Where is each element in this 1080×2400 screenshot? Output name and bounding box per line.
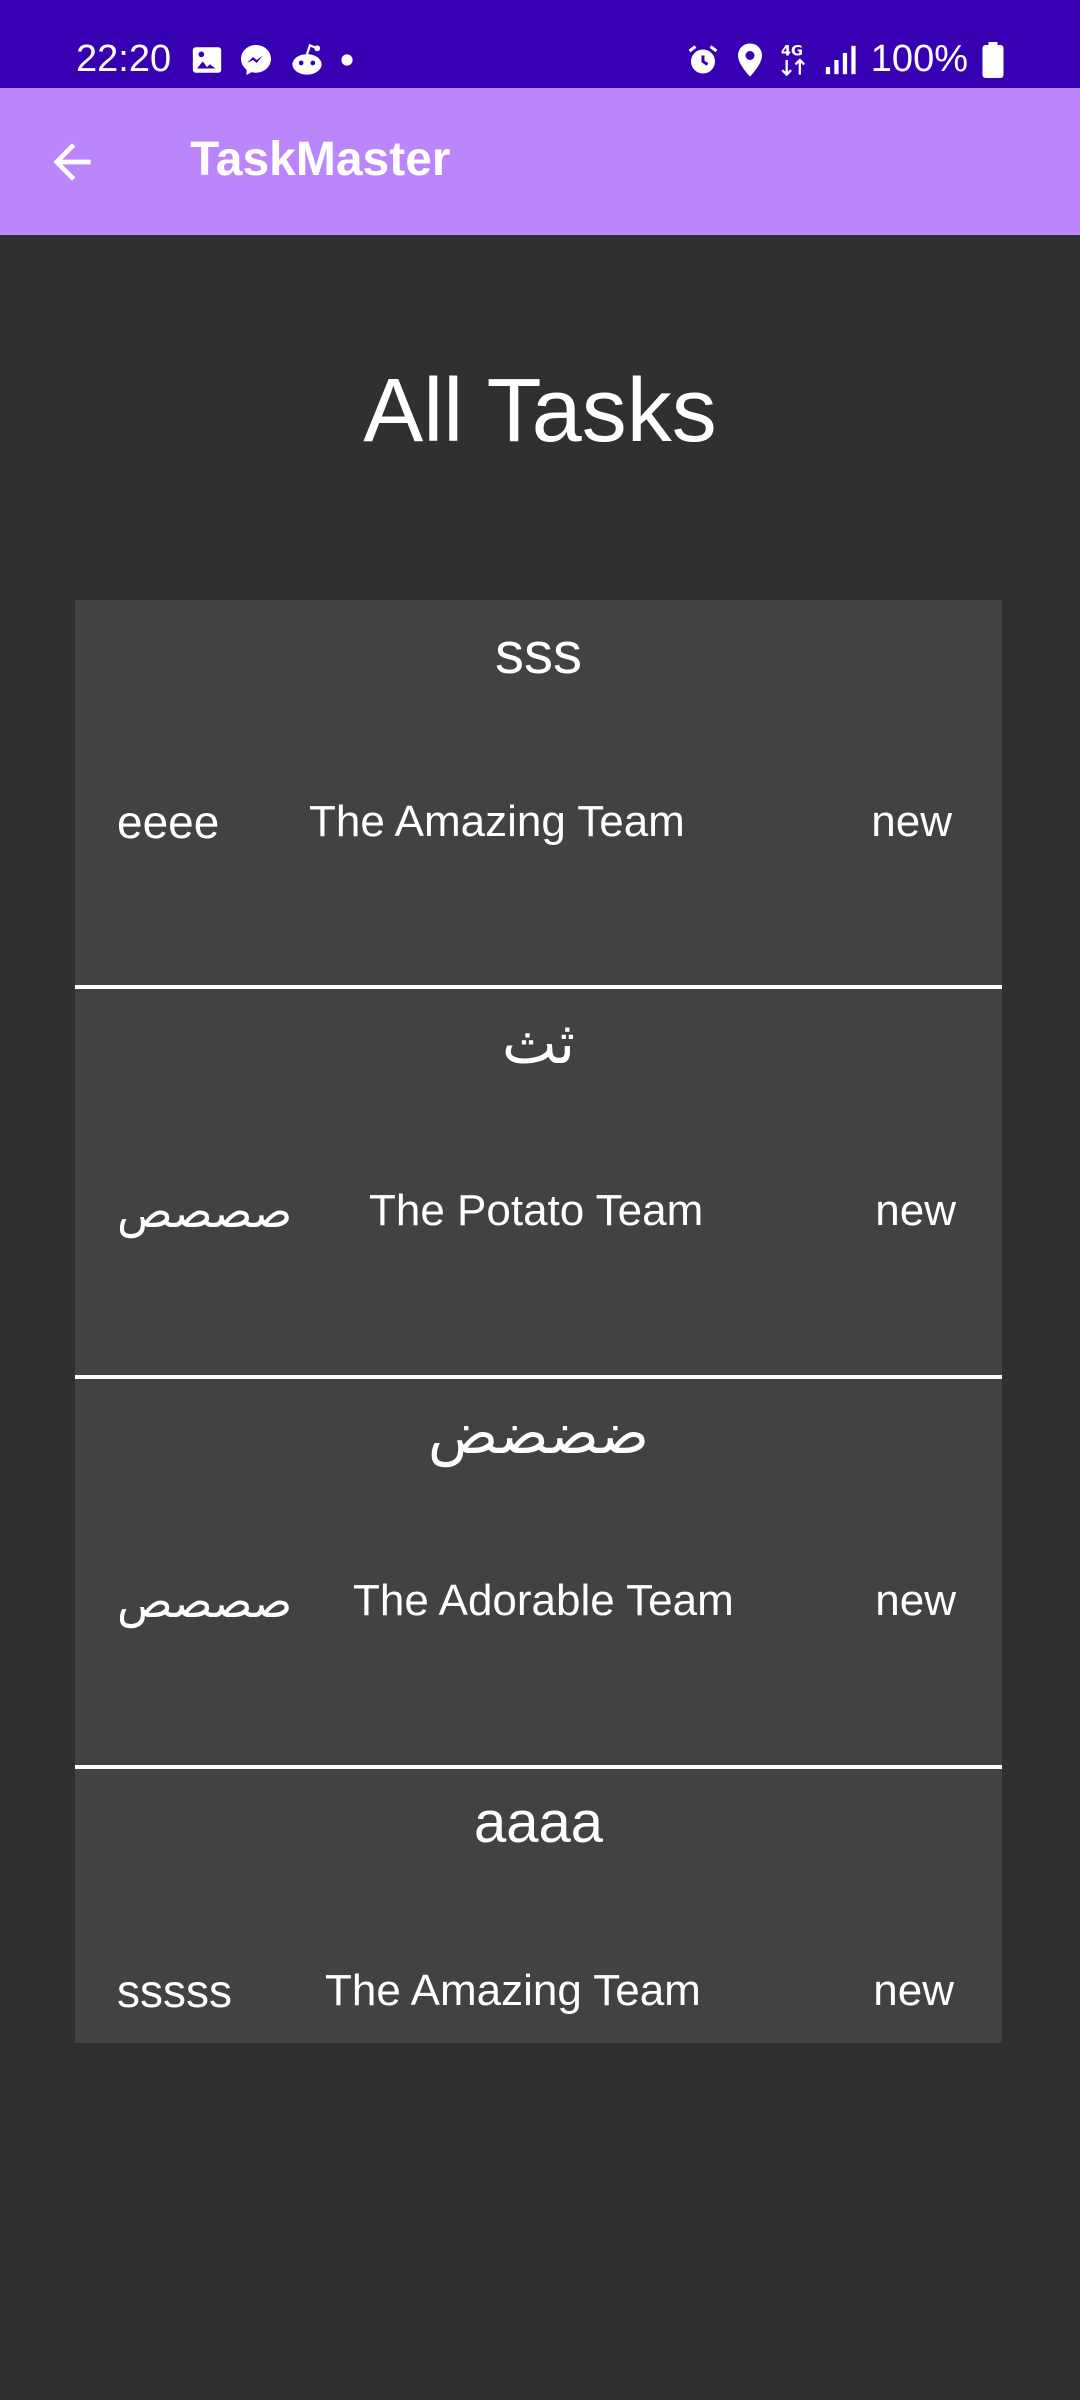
task-title: ضضضض (428, 1401, 649, 1466)
task-title: sss (495, 621, 582, 686)
task-team: The Amazing Team (309, 797, 685, 846)
task-title: aaaa (473, 1790, 604, 1855)
battery-icon (982, 41, 1004, 78)
app-bar: TaskMaster (0, 88, 1080, 235)
back-button[interactable] (44, 134, 100, 190)
task-title: ثث (501, 1011, 576, 1076)
task-state: new (875, 1186, 956, 1235)
task-team: The Potato Team (369, 1186, 704, 1235)
arrow-back-icon (53, 143, 91, 181)
network-4g-icon: 4G (779, 41, 809, 79)
task-card[interactable]: aaaa sssss The Amazing Team new (75, 1769, 1002, 2043)
system-icons: 4G 100% (685, 38, 1004, 81)
task-list[interactable]: sss eeee The Amazing Team new ثث صصصص Th… (75, 600, 1002, 2043)
task-team: The Adorable Team (353, 1576, 734, 1625)
task-card[interactable]: sss eeee The Amazing Team new (75, 600, 1002, 987)
location-icon (735, 42, 765, 78)
notification-icons (190, 42, 354, 78)
status-bar: 22:20 4G 100% (0, 0, 1080, 88)
reddit-icon (288, 42, 326, 78)
messenger-icon (238, 42, 274, 78)
dot-icon (340, 53, 354, 67)
svg-text:4G: 4G (781, 42, 803, 59)
task-body: صصصص (117, 1185, 293, 1237)
alarm-icon (685, 42, 721, 78)
task-state: new (871, 797, 952, 846)
battery-percent: 100% (870, 38, 968, 80)
task-body: sssss (117, 1965, 232, 2017)
task-body: صصصص (117, 1575, 293, 1627)
task-body: eeee (117, 796, 220, 848)
signal-icon (823, 43, 857, 77)
app-title: TaskMaster (190, 133, 451, 186)
task-state: new (875, 1576, 956, 1625)
status-time: 22:20 (76, 38, 172, 80)
task-team: The Amazing Team (325, 1966, 701, 2015)
image-icon (190, 43, 224, 77)
task-card[interactable]: ثث صصصص The Potato Team new (75, 989, 1002, 1376)
page-title: All Tasks (363, 361, 717, 461)
task-state: new (873, 1966, 954, 2015)
task-card[interactable]: ضضضض صصصص The Adorable Team new (75, 1379, 1002, 1766)
